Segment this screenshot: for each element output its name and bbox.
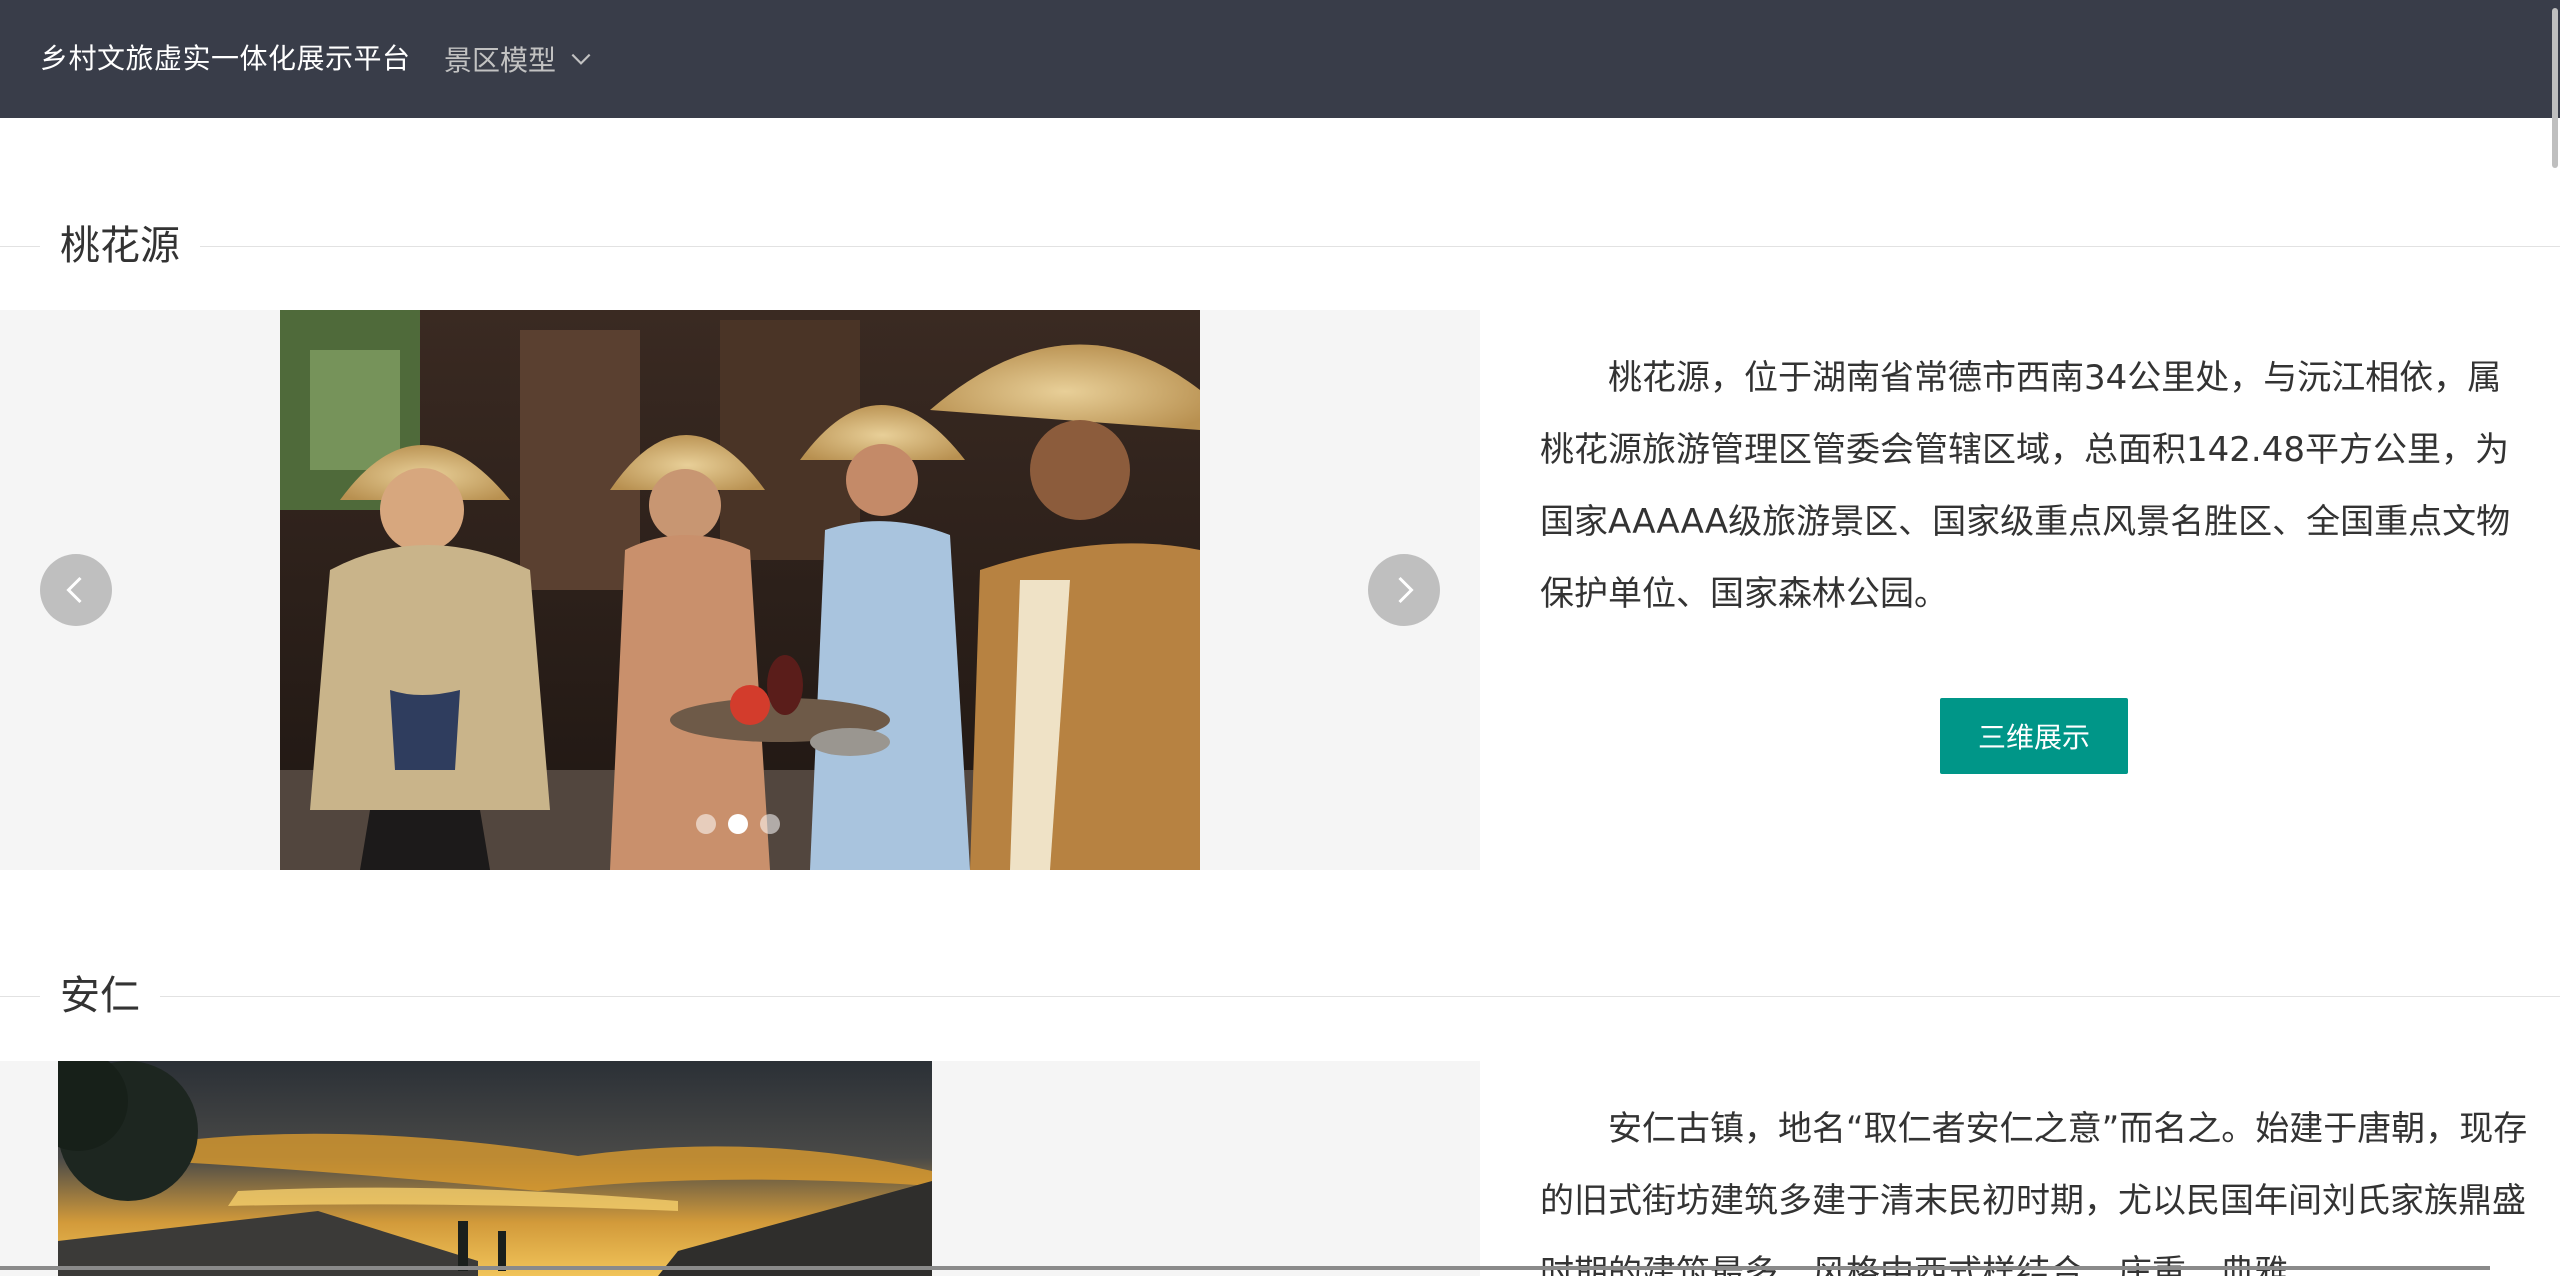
- chevron-down-icon: [571, 53, 591, 65]
- carousel-slide-image: [280, 310, 1200, 870]
- section-title-label: 桃花源: [40, 216, 200, 276]
- sunset-ancient-town-image: [58, 1061, 932, 1276]
- vertical-scrollbar[interactable]: [2546, 0, 2560, 1276]
- chevron-left-icon: [66, 576, 82, 604]
- section-title-label: 安仁: [40, 966, 160, 1026]
- carousel-dot[interactable]: [760, 814, 780, 834]
- people-in-traditional-costume-image: [280, 310, 1200, 870]
- 3d-display-button[interactable]: 三维展示: [1940, 698, 2128, 774]
- scrollbar-thumb[interactable]: [2552, 8, 2558, 168]
- horizontal-scrollbar[interactable]: [0, 1266, 2490, 1270]
- carousel-dot[interactable]: [696, 814, 716, 834]
- scenic-model-menu-label: 景区模型: [444, 44, 557, 77]
- scenic-description-anren: 安仁古镇，地名“取仁者安仁之意”而名之。始建于唐朝，现存的旧式街坊建筑多建于清末…: [1540, 1109, 2528, 1276]
- scenic-description-taohuayuan: 桃花源，位于湖南省常德市西南34公里处，与沅江相依，属桃花源旅游管理区管委会管辖…: [1540, 358, 2511, 614]
- image-carousel-taohuayuan[interactable]: [0, 310, 1480, 870]
- section-divider: [0, 246, 2560, 247]
- top-header: 乡村文旅虚实一体化展示平台 景区模型: [0, 0, 2560, 118]
- carousel-prev-button[interactable]: [40, 554, 112, 626]
- section-title-taohuayuan: 桃花源: [0, 216, 2560, 276]
- carousel-indicators: [696, 814, 780, 834]
- carousel-dot-active[interactable]: [728, 814, 748, 834]
- image-carousel-anren[interactable]: [0, 1061, 1480, 1276]
- site-title[interactable]: 乡村文旅虚实一体化展示平台: [40, 0, 411, 118]
- chevron-right-icon: [1398, 576, 1414, 604]
- section-divider: [0, 996, 2560, 997]
- carousel-slide-image: [58, 1061, 932, 1276]
- carousel-next-button[interactable]: [1368, 554, 1440, 626]
- scenic-model-menu[interactable]: 景区模型: [444, 0, 594, 118]
- section-title-anren: 安仁: [0, 966, 2560, 1026]
